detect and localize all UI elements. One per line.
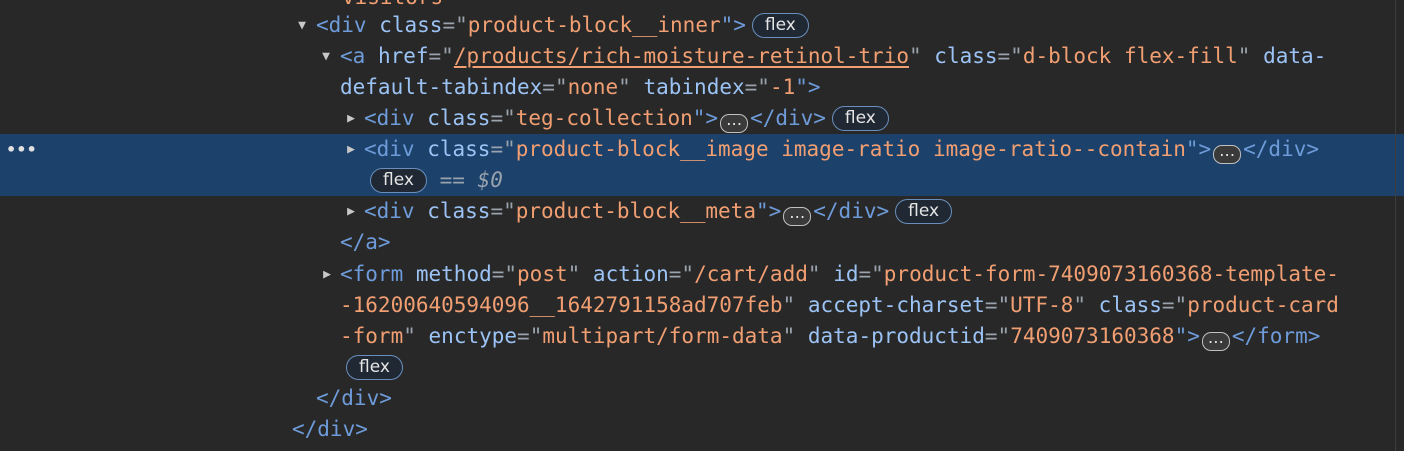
- elements-tree: visitors ▼ <div class="product-block__in…: [0, 0, 1404, 451]
- closing-tag: </div>: [292, 417, 368, 441]
- triangle-down-icon[interactable]: ▼: [294, 10, 310, 41]
- tree-row-product-block-inner[interactable]: ▼ <div class="product-block__inner"> flex: [0, 10, 1404, 41]
- flex-badge[interactable]: flex: [895, 199, 953, 224]
- tree-row-anchor-cont[interactable]: default-tabindex="none" tabindex="-1">: [0, 72, 1404, 103]
- node-line-cont: flex == $0: [364, 165, 503, 196]
- node-line: -form" enctype="multipart/form-data" dat…: [340, 321, 1320, 352]
- triangle-down-icon[interactable]: ▼: [318, 41, 334, 72]
- more-dots-icon[interactable]: •••: [6, 134, 37, 165]
- triangle-right-icon[interactable]: ▶: [343, 196, 359, 227]
- closing-tag: </a>: [340, 230, 391, 254]
- tree-row-product-block-image-selected[interactable]: ••• ▶ <div class="product-block__image i…: [0, 134, 1404, 196]
- tree-row-form[interactable]: ▶ <form method="post" action="/cart/add"…: [0, 259, 1404, 290]
- tree-row-div-close[interactable]: </div>: [0, 383, 1404, 414]
- ellipsis-icon[interactable]: …: [720, 112, 749, 133]
- node-line: default-tabindex="none" tabindex="-1">: [340, 75, 821, 99]
- tree-row-form-badge[interactable]: flex: [0, 352, 1404, 383]
- node-line: <div class="teg-collection">… </div> flex: [364, 103, 889, 134]
- ellipsis-icon[interactable]: …: [783, 205, 812, 226]
- tree-row-anchor[interactable]: ▼ <a href="/products/rich-moisture-retin…: [0, 41, 1404, 72]
- node-line: -16200640594096__1642791158ad707feb" acc…: [340, 293, 1339, 317]
- flex-badge[interactable]: flex: [370, 168, 427, 193]
- scrollbar-edge[interactable]: [1395, 0, 1396, 451]
- ellipsis-icon[interactable]: …: [1201, 330, 1230, 351]
- tree-row-form-cont2[interactable]: -form" enctype="multipart/form-data" dat…: [0, 321, 1404, 352]
- ellipsis-icon[interactable]: …: [1213, 143, 1242, 164]
- triangle-right-icon[interactable]: ▶: [343, 134, 359, 165]
- flex-badge[interactable]: flex: [346, 355, 403, 380]
- tree-row-div-close-outer[interactable]: </div>: [0, 414, 1404, 445]
- closing-tag: </div>: [316, 386, 392, 410]
- node-line: <div class="product-block__image image-r…: [364, 134, 1319, 165]
- href-link[interactable]: /products/rich-moisture-retinol-trio: [454, 44, 909, 68]
- node-line: <form method="post" action="/cart/add" i…: [340, 262, 1339, 286]
- flex-badge[interactable]: flex: [831, 106, 889, 131]
- triangle-right-icon[interactable]: ▶: [319, 259, 335, 290]
- tree-row-product-block-meta[interactable]: ▶ <div class="product-block__meta">… </di…: [0, 196, 1404, 227]
- triangle-right-icon[interactable]: ▶: [343, 103, 359, 134]
- tree-row-teg-collection[interactable]: ▶ <div class="teg-collection">… </div> fle…: [0, 103, 1404, 134]
- node-line: flex: [340, 352, 403, 383]
- tree-row-form-cont[interactable]: -16200640594096__1642791158ad707feb" acc…: [0, 290, 1404, 321]
- node-line: <div class="product-block__meta">… </div>…: [364, 196, 953, 227]
- node-line: <a href="/products/rich-moisture-retinol…: [340, 44, 1327, 68]
- console-ref: $0: [477, 168, 503, 192]
- node-line: <div class="product-block__inner"> flex: [316, 10, 809, 41]
- tree-row-anchor-close[interactable]: </a>: [0, 227, 1404, 258]
- flex-badge[interactable]: flex: [751, 13, 809, 38]
